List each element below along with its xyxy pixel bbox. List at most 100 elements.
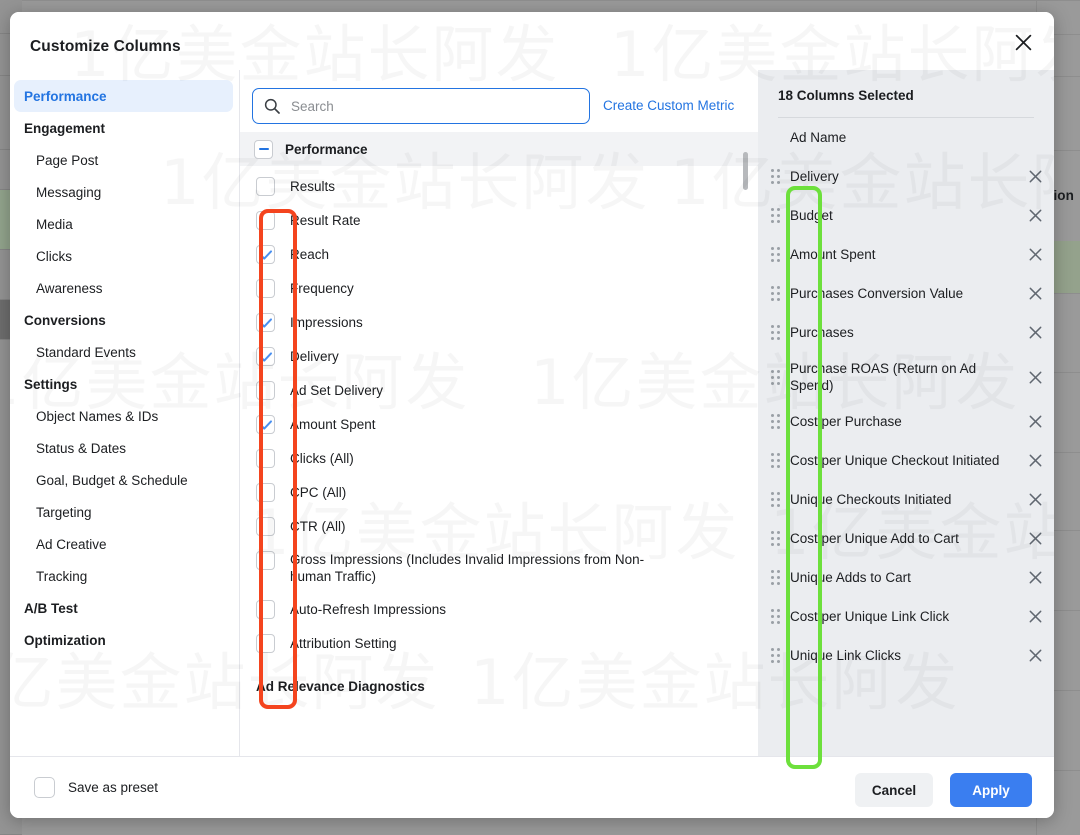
selected-column-row[interactable]: Cost per Unique Add to Cart [758, 519, 1054, 558]
selected-column-label: Cost per Unique Link Click [790, 609, 950, 624]
cancel-button[interactable]: Cancel [855, 773, 933, 807]
metric-row[interactable]: Ad Set Delivery [240, 374, 758, 408]
selected-column-row[interactable]: Ad Name [758, 118, 1054, 157]
metric-row[interactable]: Results [240, 170, 758, 204]
remove-column-icon[interactable] [1026, 530, 1044, 548]
checkbox-icon[interactable] [256, 551, 275, 570]
drag-handle-icon[interactable] [766, 247, 784, 262]
checkbox-icon[interactable] [256, 483, 275, 502]
sidebar-item-object-names-ids[interactable]: Object Names & IDs [10, 400, 239, 432]
metric-row[interactable]: Impressions [240, 306, 758, 340]
sidebar-item-goal-budget-schedule[interactable]: Goal, Budget & Schedule [10, 464, 239, 496]
remove-column-icon[interactable] [1026, 647, 1044, 665]
drag-handle-icon[interactable] [766, 414, 784, 429]
selected-column-row[interactable]: Cost per Unique Link Click [758, 597, 1054, 636]
drag-handle-icon[interactable] [766, 531, 784, 546]
metric-row[interactable]: Gross Impressions (Includes Invalid Impr… [240, 544, 758, 593]
selected-column-row[interactable]: Amount Spent [758, 235, 1054, 274]
selected-column-row[interactable]: Unique Adds to Cart [758, 558, 1054, 597]
selected-column-row[interactable]: Purchases Conversion Value [758, 274, 1054, 313]
search-input[interactable] [289, 97, 579, 115]
remove-column-icon[interactable] [1026, 368, 1044, 386]
minus-icon[interactable] [254, 139, 273, 159]
drag-handle-icon[interactable] [766, 369, 784, 385]
sidebar-item-media[interactable]: Media [10, 208, 239, 240]
search-box[interactable] [252, 88, 590, 124]
remove-column-icon[interactable] [1026, 285, 1044, 303]
checkbox-icon[interactable] [256, 634, 275, 653]
save-as-preset-checkbox[interactable]: Save as preset [34, 777, 158, 798]
sidebar-item-settings[interactable]: Settings [10, 368, 239, 400]
sidebar-item-status-dates[interactable]: Status & Dates [10, 432, 239, 464]
drag-handle-icon[interactable] [766, 286, 784, 301]
sidebar-item-conversions[interactable]: Conversions [10, 304, 239, 336]
checkbox-icon[interactable] [256, 600, 275, 619]
selected-column-row[interactable]: Unique Checkouts Initiated [758, 480, 1054, 519]
remove-column-icon[interactable] [1026, 569, 1044, 587]
create-custom-metric-link[interactable]: Create Custom Metric [603, 98, 734, 113]
checkbox-icon[interactable] [256, 211, 275, 230]
metric-row[interactable]: Delivery [240, 340, 758, 374]
metric-row[interactable]: Reach [240, 238, 758, 272]
checkbox-icon[interactable] [256, 177, 275, 196]
metric-row[interactable]: CTR (All) [240, 510, 758, 544]
metric-row[interactable]: Attribution Setting [240, 627, 758, 661]
checkbox-checked-icon[interactable] [256, 245, 275, 264]
sidebar-item-a-b-test[interactable]: A/B Test [10, 592, 239, 624]
selected-column-row[interactable]: Purchases [758, 313, 1054, 352]
drag-handle-icon[interactable] [766, 648, 784, 663]
checkbox-checked-icon[interactable] [256, 313, 275, 332]
sidebar-item-page-post[interactable]: Page Post [10, 144, 239, 176]
metric-row[interactable]: Clicks (All) [240, 442, 758, 476]
sidebar-item-performance[interactable]: Performance [14, 80, 233, 112]
sidebar-item-targeting[interactable]: Targeting [10, 496, 239, 528]
metric-section-header[interactable]: Performance [240, 132, 758, 166]
remove-column-icon[interactable] [1026, 491, 1044, 509]
sidebar-item-clicks[interactable]: Clicks [10, 240, 239, 272]
checkbox-checked-icon[interactable] [256, 415, 275, 434]
save-as-preset-box[interactable] [34, 777, 55, 798]
drag-handle-icon[interactable] [766, 208, 784, 223]
metric-row[interactable]: Amount Spent [240, 408, 758, 442]
sidebar-item-tracking[interactable]: Tracking [10, 560, 239, 592]
drag-handle-icon[interactable] [766, 492, 784, 507]
checkbox-icon[interactable] [256, 449, 275, 468]
sidebar-item-awareness[interactable]: Awareness [10, 272, 239, 304]
metric-label: Clicks (All) [290, 451, 354, 466]
remove-column-icon[interactable] [1026, 246, 1044, 264]
drag-handle-icon[interactable] [766, 169, 784, 184]
selected-column-row[interactable]: Cost per Unique Checkout Initiated [758, 441, 1054, 480]
checkbox-icon[interactable] [256, 381, 275, 400]
drag-handle-icon[interactable] [766, 325, 784, 340]
remove-column-icon[interactable] [1026, 413, 1044, 431]
selected-column-row[interactable]: Purchase ROAS (Return on Ad Spend) [758, 352, 1054, 402]
metric-row[interactable]: CPC (All) [240, 476, 758, 510]
metric-row[interactable]: Frequency [240, 272, 758, 306]
sidebar-item-engagement[interactable]: Engagement [10, 112, 239, 144]
remove-column-icon[interactable] [1026, 452, 1044, 470]
close-icon[interactable] [1005, 24, 1041, 60]
metric-row[interactable]: Auto-Refresh Impressions [240, 593, 758, 627]
sidebar-item-ad-creative[interactable]: Ad Creative [10, 528, 239, 560]
sidebar-item-standard-events[interactable]: Standard Events [10, 336, 239, 368]
selected-column-row[interactable]: Budget [758, 196, 1054, 235]
checkbox-icon[interactable] [256, 279, 275, 298]
selected-column-row[interactable]: Unique Link Clicks [758, 636, 1054, 675]
remove-column-icon[interactable] [1026, 168, 1044, 186]
selected-column-row[interactable]: Cost per Purchase [758, 402, 1054, 441]
drag-handle-icon[interactable] [766, 609, 784, 624]
remove-column-icon[interactable] [1026, 324, 1044, 342]
sidebar-item-optimization[interactable]: Optimization [10, 624, 239, 656]
metric-list-scrollbar[interactable] [743, 152, 748, 190]
checkbox-icon[interactable] [256, 517, 275, 536]
drag-handle-icon[interactable] [766, 453, 784, 468]
remove-column-icon[interactable] [1026, 608, 1044, 626]
selected-column-row[interactable]: Delivery [758, 157, 1054, 196]
remove-column-icon[interactable] [1026, 207, 1044, 225]
drag-handle-icon[interactable] [766, 570, 784, 585]
sidebar-item-messaging[interactable]: Messaging [10, 176, 239, 208]
sidebar-item-label: Engagement [24, 120, 106, 136]
checkbox-checked-icon[interactable] [256, 347, 275, 366]
apply-button[interactable]: Apply [950, 773, 1032, 807]
metric-row[interactable]: Result Rate [240, 204, 758, 238]
